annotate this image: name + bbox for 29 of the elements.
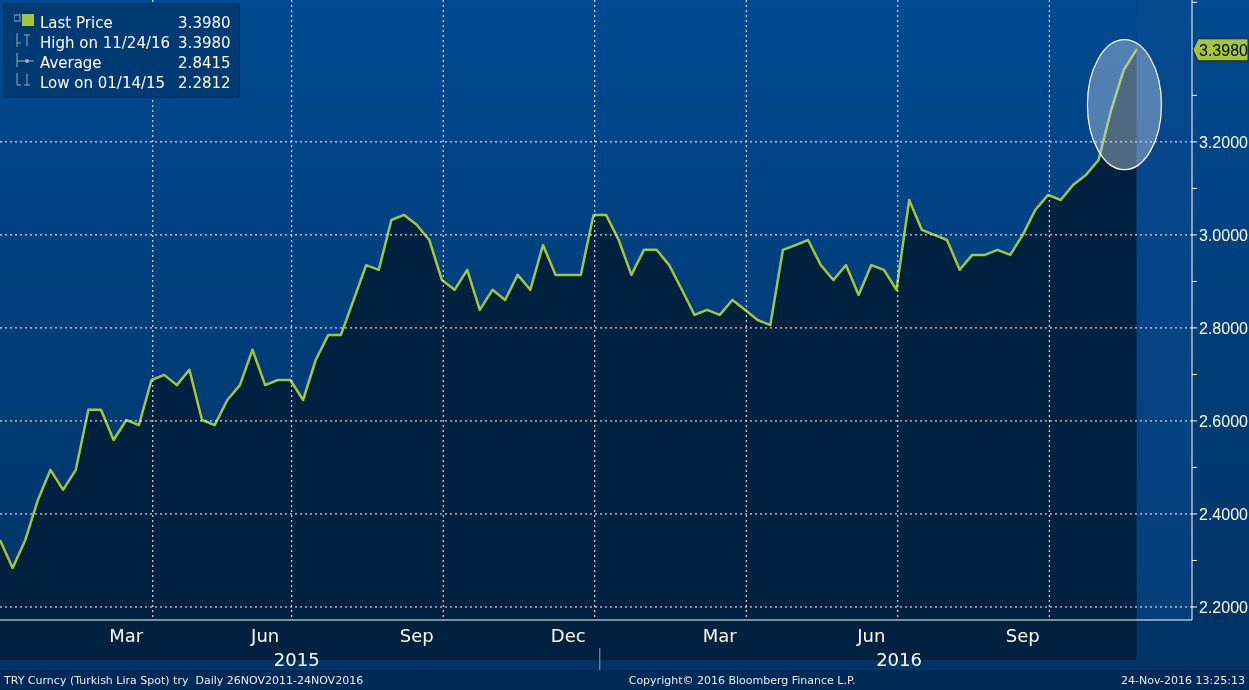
legend-value: 2.2812 xyxy=(177,73,231,93)
footer-timestamp: 24-Nov-2016 13:25:13 xyxy=(1120,673,1245,687)
price-tag: 3.3980 xyxy=(1192,38,1249,62)
legend-label: High on 11/24/16 xyxy=(40,33,171,53)
legend-label: Last Price xyxy=(40,13,114,33)
legend-label: Low on 01/14/15 xyxy=(40,73,167,93)
x-axis-label: Mar xyxy=(702,625,737,646)
legend-label: Average xyxy=(40,53,103,73)
x-axis-label: Dec xyxy=(550,625,586,646)
y-axis-label: 2.6000 xyxy=(1199,412,1248,430)
year-label: 2016 xyxy=(876,649,922,670)
y-axis-label: 3.2000 xyxy=(1199,133,1248,151)
footer-copyright: Copyright© 2016 Bloomberg Finance L.P. xyxy=(628,673,856,687)
x-axis-label: Jun xyxy=(857,625,886,646)
legend-value: 3.3980 xyxy=(177,13,231,33)
legend-swatch-icon xyxy=(14,13,36,27)
x-axis-label: Sep xyxy=(399,625,434,646)
footer-series-info: TRY Curncy (Turkish Lira Spot) try Daily 26NOV2011-24NOV2016 xyxy=(4,673,364,687)
legend-value: 2.8415 xyxy=(177,53,231,73)
x-axis-label: Sep xyxy=(1005,625,1040,646)
y-axis-label: 3.0000 xyxy=(1199,226,1248,244)
y-axis-label: 2.8000 xyxy=(1199,319,1248,337)
legend-value: 3.3980 xyxy=(177,33,231,53)
y-axis-label: 2.2000 xyxy=(1199,599,1248,616)
x-axis-label: Jun xyxy=(251,625,280,646)
x-axis-label: Mar xyxy=(109,625,144,646)
average-marker-icon xyxy=(14,53,36,67)
y-axis-label: 2.4000 xyxy=(1199,505,1248,523)
year-label: 2015 xyxy=(273,649,320,670)
